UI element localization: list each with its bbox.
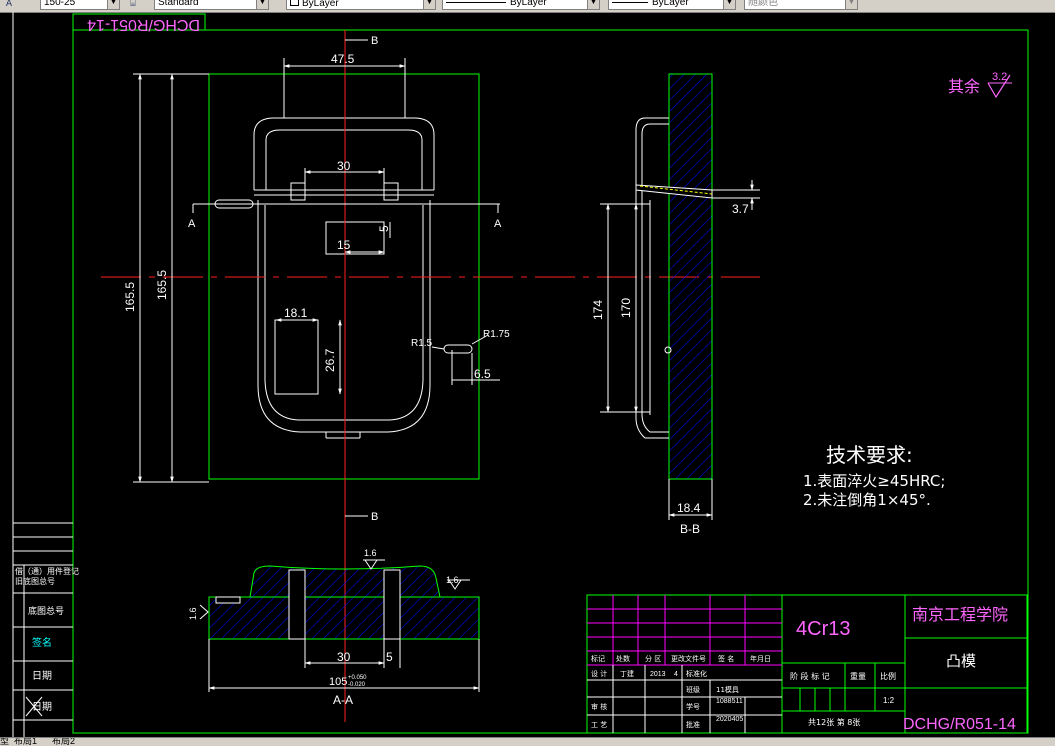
dim-5-bottom: 5 bbox=[386, 650, 393, 664]
process-label: 工 艺 bbox=[591, 721, 607, 729]
dim-165-5-inner: 165.5 bbox=[155, 270, 169, 300]
designer: 丁建 bbox=[620, 669, 634, 678]
student-label: 学号 bbox=[686, 702, 700, 711]
chevron-down-icon: ▼ bbox=[845, 0, 857, 9]
class-id: 1088511 bbox=[716, 698, 743, 705]
chevron-down-icon: ▼ bbox=[107, 0, 119, 9]
rough-1-6-b: 1.6 bbox=[446, 575, 459, 585]
layer-color-value: ByLayer bbox=[302, 0, 339, 9]
scale-label: 比例 bbox=[880, 671, 896, 681]
tech-req-item-2: 2.未注倒角1×45°. bbox=[803, 491, 931, 509]
roughness-value: 3.2 bbox=[992, 71, 1007, 83]
design-month: 4 bbox=[674, 671, 678, 678]
dim-170: 170 bbox=[619, 298, 633, 318]
standard-label: 标准化 bbox=[686, 669, 707, 678]
side-row-3: 底图总号 bbox=[28, 605, 64, 617]
dim-105-tol-lower: -0.020 bbox=[348, 682, 366, 688]
side-row-1: 借（通）用件登记 bbox=[15, 566, 79, 576]
class-value: 11模具 bbox=[716, 685, 739, 694]
section-b-top: B bbox=[371, 35, 378, 47]
dim-165-5-outer: 165.5 bbox=[123, 282, 137, 312]
school-name: 南京工程学院 bbox=[912, 605, 1008, 624]
chevron-down-icon: ▼ bbox=[256, 0, 268, 9]
plotstyle-select[interactable]: 随颜色 ▼ bbox=[744, 0, 858, 10]
side-row-5: 日期 bbox=[32, 670, 52, 682]
chevron-down-icon: ▼ bbox=[723, 0, 735, 9]
roughness-prefix: 其余 bbox=[948, 77, 980, 96]
dim-30-top: 30 bbox=[337, 159, 351, 173]
dim-style-value: Standard bbox=[158, 0, 199, 8]
drawing-code: DCHG/R051-14 bbox=[903, 716, 1016, 733]
dim-174: 174 bbox=[591, 300, 605, 320]
section-b-bottom: B bbox=[371, 511, 378, 523]
lineweight-select[interactable]: ByLayer ▼ bbox=[608, 0, 736, 10]
review-label: 审 核 bbox=[591, 702, 607, 711]
part-name: 凸模 bbox=[946, 652, 976, 670]
sheets-text: 共12张 第 8张 bbox=[808, 717, 860, 727]
layer-color-select[interactable]: ByLayer ▼ bbox=[286, 0, 436, 10]
dim-47-5: 47.5 bbox=[331, 52, 355, 66]
top-code-box: DCHG/R051-14 bbox=[72, 13, 206, 33]
dim-style-select[interactable]: Standard ▼ bbox=[154, 0, 269, 10]
dim-15: 15 bbox=[337, 238, 351, 252]
material-text: 4Cr13 bbox=[796, 618, 850, 640]
class-label: 班级 bbox=[686, 685, 700, 694]
text-style-select[interactable]: 150-25 ▼ bbox=[40, 0, 120, 10]
student-value: 2020405 bbox=[716, 716, 743, 723]
dim-style-icon[interactable]: ⌸ bbox=[126, 0, 140, 10]
dim-3-7: 3.7 bbox=[732, 202, 749, 216]
rough-1-6-a: 1.6 bbox=[364, 548, 377, 558]
view-bb-label: B-B bbox=[680, 522, 700, 536]
dim-5: 5 bbox=[377, 225, 391, 232]
hdr-sign: 签 名 bbox=[718, 654, 734, 663]
dim-105: 105 bbox=[329, 676, 347, 688]
linetype-select[interactable]: ByLayer ▼ bbox=[442, 0, 600, 10]
weight-label: 重量 bbox=[850, 671, 866, 681]
lineweight-preview bbox=[612, 1, 648, 3]
dim-30-bottom: 30 bbox=[337, 650, 351, 664]
design-label: 设 计 bbox=[591, 669, 607, 678]
chevron-down-icon: ▼ bbox=[423, 0, 435, 9]
scale-value: 1:2 bbox=[883, 696, 895, 705]
lineweight-value: ByLayer bbox=[652, 0, 689, 8]
stage-label: 阶 段 标 记 bbox=[790, 671, 830, 681]
hdr-zone: 分 区 bbox=[645, 654, 661, 663]
design-year: 2013 bbox=[650, 671, 666, 678]
dim-r1-75: R1.75 bbox=[483, 329, 510, 340]
text-style-icon[interactable]: A bbox=[2, 0, 16, 10]
cad-drawing: DCHG/R051-14 其余 3.2 B B A A 47.5 30 15 5… bbox=[12, 12, 1029, 737]
drawing-canvas[interactable]: DCHG/R051-14 其余 3.2 B B A A 47.5 30 15 5… bbox=[0, 12, 1055, 737]
section-aa-view bbox=[208, 565, 480, 640]
dim-6-5: 6.5 bbox=[474, 367, 491, 381]
color-swatch-icon bbox=[290, 0, 299, 6]
rough-1-6-c: 1.6 bbox=[188, 607, 198, 620]
dim-18-4: 18.4 bbox=[677, 501, 701, 515]
dim-r1-5: R1.5 bbox=[411, 338, 433, 349]
chevron-down-icon: ▼ bbox=[587, 0, 599, 9]
view-aa-label: A-A bbox=[333, 693, 353, 707]
tech-req-title: 技术要求: bbox=[826, 443, 913, 467]
linetype-value: ByLayer bbox=[510, 0, 547, 8]
top-code-text: DCHG/R051-14 bbox=[87, 16, 200, 33]
linetype-preview bbox=[446, 1, 506, 3]
tech-req-item-1: 1.表面淬火≥45HRC; bbox=[803, 472, 945, 490]
hdr-count: 处数 bbox=[616, 654, 630, 663]
plotstyle-value: 随颜色 bbox=[748, 0, 778, 8]
side-row-4: 签名 bbox=[32, 636, 52, 649]
section-a-right: A bbox=[494, 218, 502, 230]
side-row-2: 旧底图总号 bbox=[15, 576, 55, 586]
dim-26-7: 26.7 bbox=[323, 348, 337, 372]
approve-label: 批准 bbox=[686, 720, 700, 729]
dim-18-1: 18.1 bbox=[284, 306, 308, 320]
text-style-value: 150-25 bbox=[44, 0, 76, 8]
section-a-left: A bbox=[188, 218, 196, 230]
hdr-docno: 更改文件号 bbox=[671, 654, 706, 663]
hdr-date: 年月日 bbox=[750, 654, 771, 663]
hdr-mark: 标记 bbox=[591, 654, 605, 663]
dim-105-tol-upper: +0.050 bbox=[348, 675, 367, 681]
